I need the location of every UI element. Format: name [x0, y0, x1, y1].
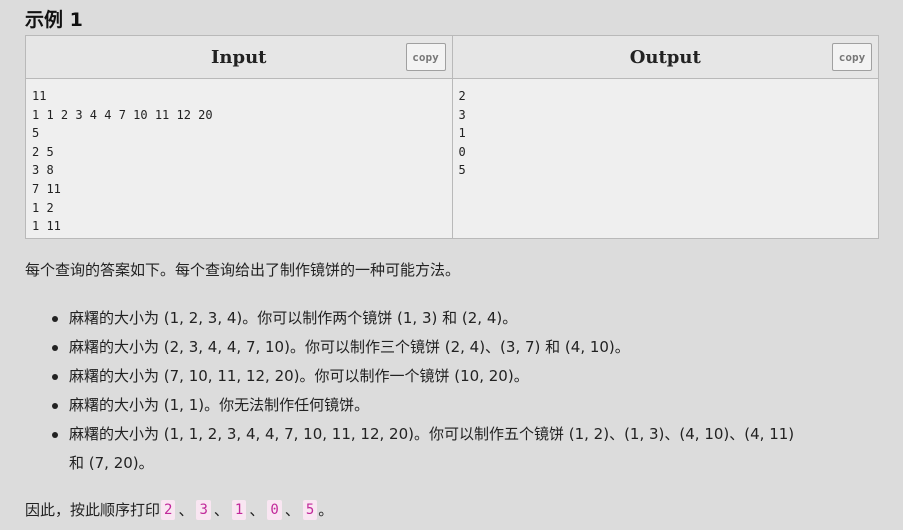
answer-token: 5: [302, 500, 318, 520]
separator: 、: [284, 501, 300, 519]
answer-token: 0: [267, 500, 282, 520]
bullet-icon: [52, 374, 58, 380]
bullet-icon: [52, 316, 58, 322]
input-line: 3 8: [32, 163, 54, 178]
bullet-text: 麻糬的大小为 (2, 3, 4, 4, 7, 10)。你可以制作三个镜饼 (2,…: [69, 338, 630, 356]
footer-prefix: 因此，按此顺序打印: [25, 501, 161, 519]
answer-token: 3: [196, 500, 211, 520]
output-body: 2 3 1 0 5: [452, 79, 878, 238]
footer-conclusion: 因此，按此顺序打印 2 、 3 、 1 、 0 、 5 。: [25, 497, 333, 523]
copy-output-button[interactable]: copy: [832, 43, 872, 71]
output-line: 2: [458, 89, 466, 103]
list-item: 麻糬的大小为 (7, 10, 11, 12, 20)。你可以制作一个镜饼 (10…: [50, 362, 880, 391]
input-title: Input: [211, 46, 267, 68]
answer-token: 2: [161, 500, 176, 520]
output-line: 3: [458, 107, 466, 122]
query-explanations: 麻糬的大小为 (1, 2, 3, 4)。你可以制作两个镜饼 (1, 3) 和 (…: [50, 304, 880, 478]
input-line: 1 11: [32, 219, 61, 234]
input-column: Input copy 11 1 1 2 3 4 4 7 10 11 12 20 …: [26, 36, 452, 238]
output-title: Output: [629, 46, 701, 68]
separator: 、: [249, 501, 265, 519]
list-item: 麻糬的大小为 (1, 1, 2, 3, 4, 4, 7, 10, 11, 12,…: [50, 420, 880, 478]
separator: 、: [178, 501, 194, 519]
list-item: 麻糬的大小为 (1, 1)。你无法制作任何镜饼。: [50, 391, 880, 420]
bullet-text: 麻糬的大小为 (1, 1, 2, 3, 4, 4, 7, 10, 11, 12,…: [69, 425, 880, 478]
copy-input-button[interactable]: copy: [405, 43, 446, 71]
separator: 、: [213, 501, 229, 519]
input-line: 5: [32, 126, 40, 141]
sample-io-table: Input copy 11 1 1 2 3 4 4 7 10 11 12 20 …: [25, 35, 879, 239]
input-line: 7 11: [32, 181, 61, 196]
output-line: 1: [458, 126, 466, 141]
input-line: 2 5: [32, 144, 54, 159]
output-column: Output copy 2 3 1 0 5: [451, 36, 878, 238]
input-header: Input copy: [26, 36, 452, 79]
output-line: 0: [458, 144, 466, 159]
bullet-text: 麻糬的大小为 (7, 10, 11, 12, 20)。你可以制作一个镜饼 (10…: [69, 367, 529, 385]
bullet-text: 麻糬的大小为 (1, 1)。你无法制作任何镜饼。: [69, 396, 370, 414]
footer-suffix: 。: [318, 501, 334, 519]
bullet-icon: [52, 432, 58, 438]
answer-token: 1: [231, 500, 247, 520]
input-line: 1 1 2 3 4 4 7 10 11 12 20: [32, 107, 213, 122]
input-line: 1 2: [32, 200, 54, 215]
bullet-icon: [52, 345, 58, 351]
output-header: Output copy: [452, 36, 878, 79]
bullet-text-continuation: 和 (7, 20)。: [69, 454, 154, 472]
output-line: 5: [458, 163, 466, 178]
list-item: 麻糬的大小为 (2, 3, 4, 4, 7, 10)。你可以制作三个镜饼 (2,…: [50, 333, 880, 362]
input-line: 11: [32, 89, 47, 103]
input-body: 11 1 1 2 3 4 4 7 10 11 12 20 5 2 5 3 8 7…: [26, 79, 452, 238]
section-title: 示例 1: [25, 9, 83, 31]
bullet-icon: [52, 403, 58, 409]
bullet-text-line: 麻糬的大小为 (1, 1, 2, 3, 4, 4, 7, 10, 11, 12,…: [69, 425, 795, 443]
explanation-note: 每个查询的答案如下。每个查询给出了制作镜饼的一种可能方法。: [25, 261, 461, 279]
bullet-text: 麻糬的大小为 (1, 2, 3, 4)。你可以制作两个镜饼 (1, 3) 和 (…: [69, 309, 518, 327]
list-item: 麻糬的大小为 (1, 2, 3, 4)。你可以制作两个镜饼 (1, 3) 和 (…: [50, 304, 880, 333]
